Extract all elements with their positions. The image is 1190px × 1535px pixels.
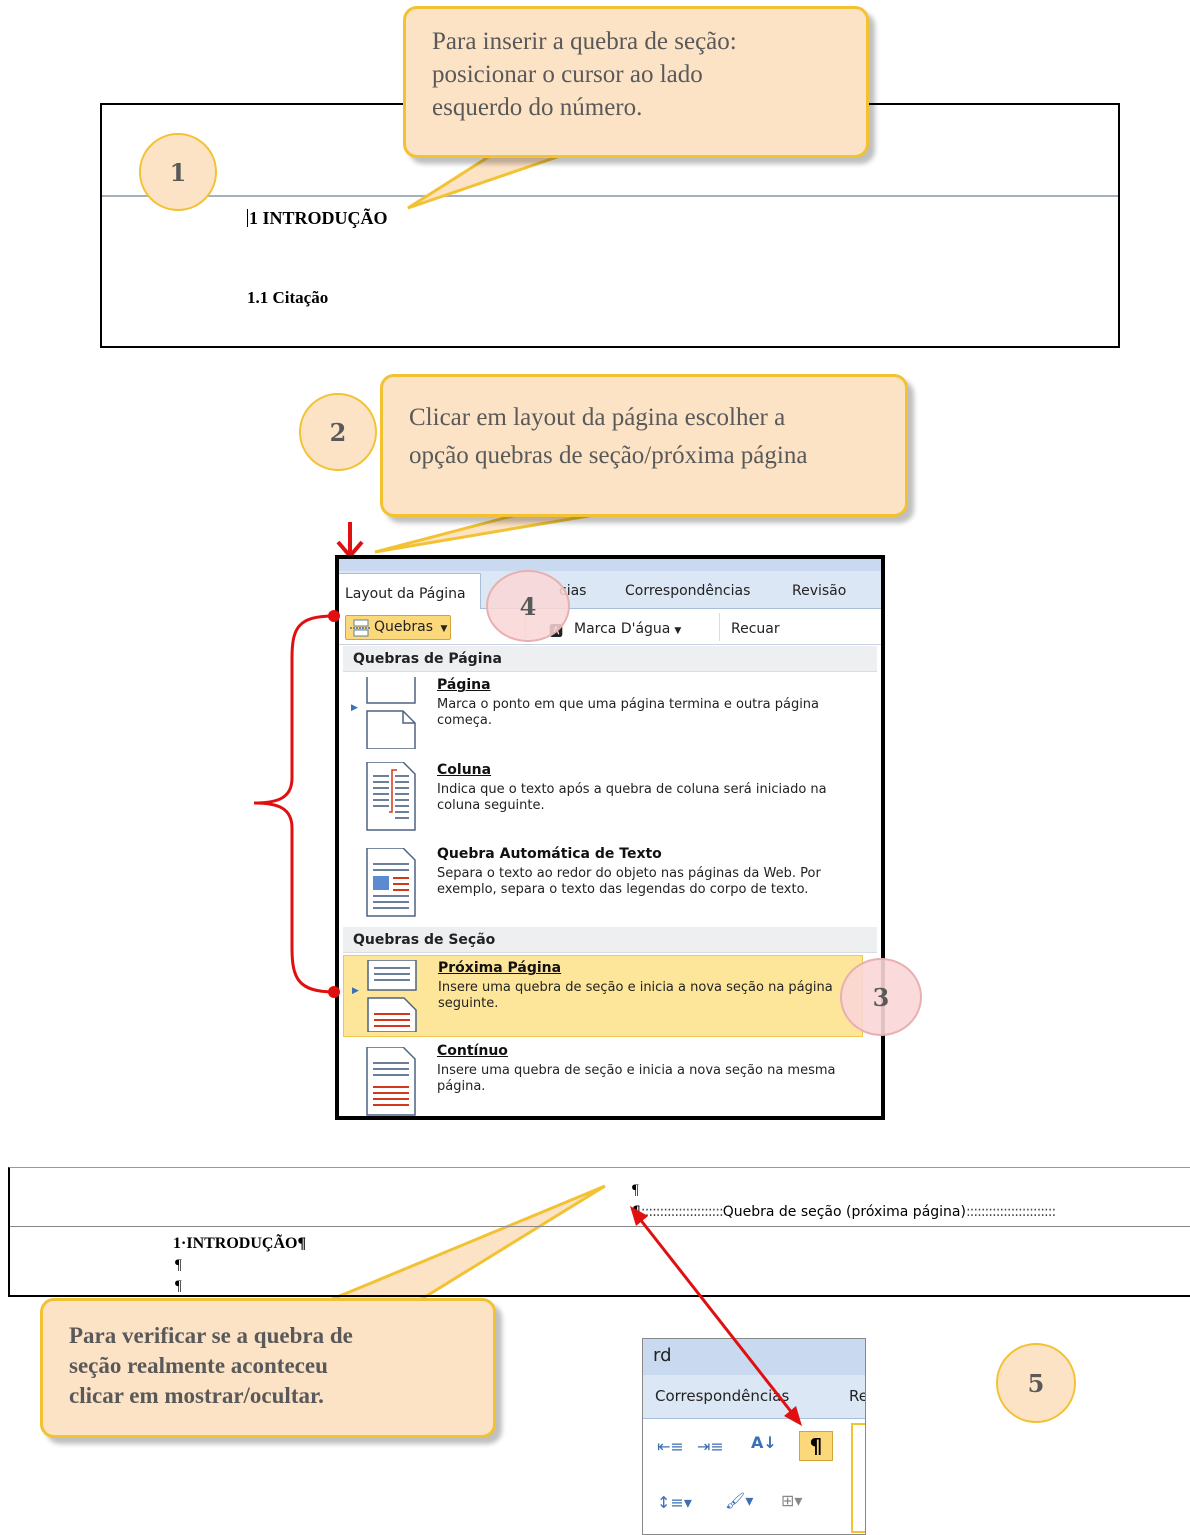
callout-3-line-1: Para verificar se a quebra de <box>69 1323 353 1348</box>
callout-3: Para verificar se a quebra de seção real… <box>40 1298 496 1438</box>
pilcrow-mark: ¶ <box>175 1278 182 1294</box>
column-break-icon <box>366 762 416 831</box>
next-page-section-icon <box>367 960 417 1032</box>
proxima-pagina-title: Próxima Página <box>438 960 562 976</box>
callout-1-line-3: esquerdo do número. <box>432 94 643 121</box>
continuo-desc: Insere uma quebra de seção e inicia a no… <box>437 1063 836 1094</box>
menu-item-pagina[interactable]: ▶ Página Marca o ponto em que uma página… <box>343 677 863 755</box>
page-breaks-header: Quebras de Página <box>343 646 877 672</box>
breaks-icon <box>350 619 370 637</box>
marker-arrow-icon: ▶ <box>352 986 359 996</box>
dropdown-arrow-icon: ▼ <box>440 624 448 634</box>
pilcrow-mark: ¶ <box>632 1182 639 1198</box>
line-spacing-icon[interactable]: ↕≡▾ <box>657 1493 692 1512</box>
marca-dagua-button[interactable]: Marca D'água ▼ <box>574 621 681 637</box>
callout-1-line-1: Para inserir a quebra de seção: <box>432 28 737 55</box>
quebras-button[interactable]: Quebras ▼ <box>345 615 451 640</box>
pagina-desc: Marca o ponto em que uma página termina … <box>437 697 820 728</box>
page-break-icon <box>366 677 416 749</box>
recuar-label: Recuar <box>731 621 780 637</box>
callout-2-tail <box>374 512 601 554</box>
ribbon-tabs: Layout da Página cias Correspondências R… <box>339 571 881 610</box>
section-breaks-header: Quebras de Seção <box>343 927 877 953</box>
toolbar-divider <box>719 613 720 641</box>
shading-icon[interactable]: 🖌▾ <box>725 1491 753 1510</box>
menu-item-continuo[interactable]: Contínuo Insere uma quebra de seção e in… <box>343 1043 863 1116</box>
pagina-title: Página <box>437 677 491 693</box>
coluna-desc: Indica que o texto após a quebra de colu… <box>437 782 827 813</box>
tab-correspondencias[interactable]: Correspondências <box>625 583 750 599</box>
styles-gallery-edge <box>851 1423 865 1533</box>
callout-1-line-2: posicionar o cursor ao lado <box>432 61 703 88</box>
continuo-title: Contínuo <box>437 1043 508 1059</box>
callout-2-line-1: Clicar em layout da página escolher a <box>409 404 786 431</box>
red-connector-arrow-icon <box>630 1206 802 1426</box>
callout-1-tail <box>407 154 561 210</box>
menu-item-quebra-automatica[interactable]: Quebra Automática de Texto Separa o text… <box>343 846 863 924</box>
tab-layout-label: Layout da Página <box>345 586 466 602</box>
section-separator-line <box>10 1226 1190 1227</box>
quebra-automatica-desc: Separa o texto ao redor do objeto nas pá… <box>437 866 821 897</box>
ribbon-toolbar: Quebras ▼ 🅰 Marca D'água▼ Recuar <box>339 609 881 645</box>
snap-tab-revisao[interactable]: Re <box>849 1387 865 1405</box>
marker-arrow-icon: ▶ <box>351 703 358 713</box>
callout-2: Clicar em layout da página escolher a op… <box>380 374 908 517</box>
menu-item-proxima-pagina[interactable]: ▶ Próxima Página Insere uma quebra de se… <box>343 955 863 1037</box>
pilcrow-mark: ¶ <box>175 1257 182 1273</box>
marca-dagua-label: Marca D'água <box>574 621 671 637</box>
document-show-hide-area: ¶ ¶::::::::::::::::::::::Quebra de seção… <box>8 1167 1190 1297</box>
dropdown-arrow-icon: ▼ <box>674 626 682 636</box>
doc2-heading: 1·INTRODUÇÃO¶ <box>173 1235 307 1252</box>
step-5-badge: 5 <box>996 1343 1076 1423</box>
step-3-badge: 3 <box>840 958 922 1036</box>
tab-revisao[interactable]: Revisão <box>792 583 846 599</box>
breaks-menu-screenshot: Layout da Página cias Correspondências R… <box>335 555 885 1120</box>
callout-3-line-2: seção realmente aconteceu <box>69 1353 328 1378</box>
tab-layout-da-pagina[interactable]: Layout da Página <box>339 573 481 610</box>
coluna-title: Coluna <box>437 762 492 778</box>
proxima-pagina-desc: Insere uma quebra de seção e inicia a no… <box>438 980 833 1011</box>
menu-item-coluna[interactable]: Coluna Indica que o texto após a quebra … <box>343 762 863 840</box>
continuous-section-icon <box>366 1047 416 1116</box>
quebras-label: Quebras <box>374 619 434 635</box>
dotted-leader: :::::::::::::::::::::::: <box>965 1204 1056 1220</box>
red-brace-icon <box>253 610 340 998</box>
callout-1: Para inserir a quebra de seção: posicion… <box>403 6 869 158</box>
borders-icon[interactable]: ⊞▾ <box>781 1491 802 1510</box>
red-down-arrow-icon <box>336 522 364 560</box>
step-2-badge: 2 <box>299 393 377 471</box>
text-wrapping-break-icon <box>366 848 416 917</box>
step-4-badge: 4 <box>486 570 570 642</box>
callout-3-line-3: clicar em mostrar/ocultar. <box>69 1383 324 1408</box>
callout-2-line-2: opção quebras de seção/próxima página <box>409 442 808 469</box>
quebra-automatica-title: Quebra Automática de Texto <box>437 846 662 862</box>
ribbon-title-strip <box>339 559 881 571</box>
